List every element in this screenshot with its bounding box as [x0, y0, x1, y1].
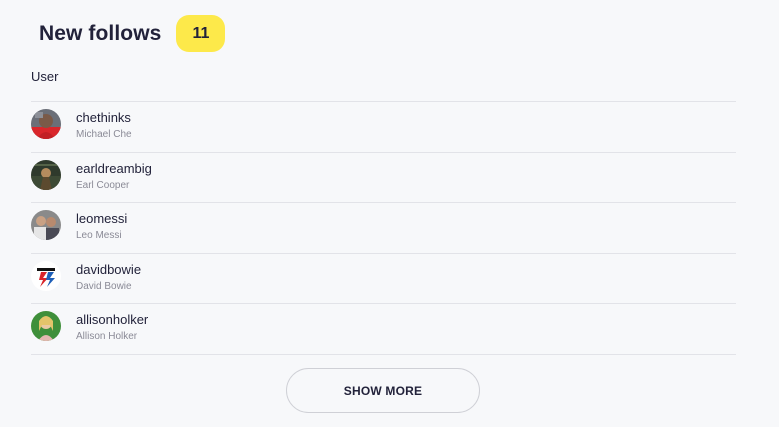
full-name: Leo Messi	[76, 230, 122, 241]
username[interactable]: davidbowie	[76, 262, 141, 277]
full-name: Allison Holker	[76, 331, 138, 342]
full-name: David Bowie	[76, 280, 132, 292]
column-header-user: User	[31, 69, 59, 84]
avatar[interactable]	[31, 159, 61, 190]
follow-row[interactable]: allisonholker Allison Holker	[31, 304, 736, 355]
follow-row[interactable]: chethinks Michael Che	[31, 102, 736, 153]
username[interactable]: leomessi	[76, 211, 127, 226]
full-name: Earl Cooper	[76, 179, 130, 191]
avatar[interactable]	[31, 109, 61, 139]
follow-row[interactable]: davidbowie David Bowie	[31, 254, 736, 304]
follows-list: chethinks Michael Che earldreambig Earl …	[31, 101, 736, 355]
follow-row[interactable]: leomessi Leo Messi	[31, 203, 736, 254]
avatar[interactable]	[31, 210, 61, 240]
username[interactable]: chethinks	[76, 110, 131, 125]
header: New follows 11	[39, 15, 226, 52]
avatar[interactable]	[31, 311, 61, 341]
follow-row[interactable]: earldreambig Earl Cooper	[31, 153, 736, 203]
full-name: Michael Che	[76, 129, 132, 140]
page-title: New follows	[39, 21, 162, 45]
follows-count-badge: 11	[176, 15, 226, 52]
show-more-button[interactable]: SHOW MORE	[286, 368, 480, 413]
avatar[interactable]	[31, 260, 61, 291]
username[interactable]: earldreambig	[76, 161, 152, 176]
username[interactable]: allisonholker	[76, 312, 148, 327]
